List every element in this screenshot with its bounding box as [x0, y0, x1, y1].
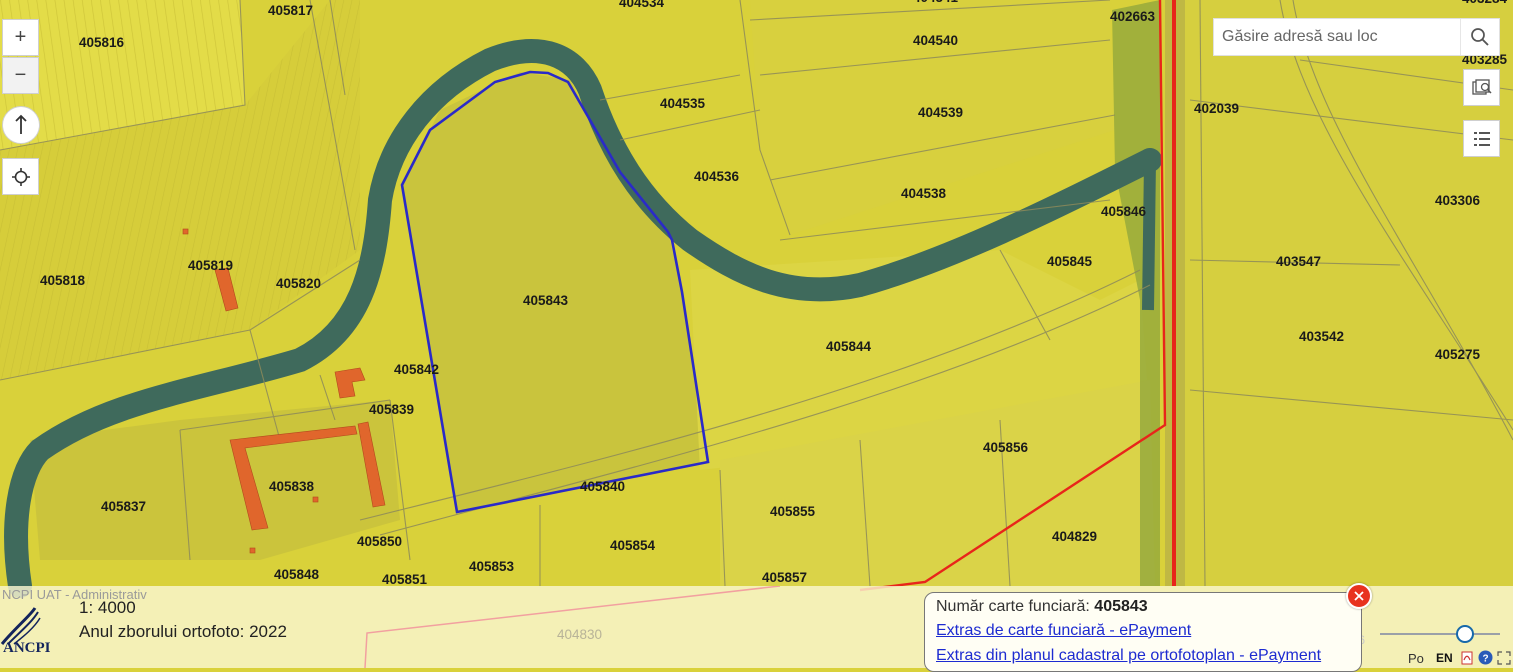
parcel-label: 405851: [382, 572, 428, 587]
popup-title-value: 405843: [1094, 598, 1148, 615]
parcel-label: 404536: [694, 169, 740, 184]
river-channel: [1142, 159, 1156, 311]
extras-carte-funciara-link[interactable]: Extras de carte funciară - ePayment: [936, 618, 1350, 643]
uat-road: [1172, 0, 1176, 586]
cadastral-map[interactable]: 405817 404534 404541 403284 405816 40266…: [0, 0, 1513, 668]
ancpi-logo-text: ANCPI: [3, 640, 51, 656]
parcel-label: 405845: [1047, 254, 1093, 269]
parcel-label: 405848: [274, 567, 320, 582]
parcel-label: 405817: [268, 3, 313, 18]
extras-plan-cadastral-link[interactable]: Extras din planul cadastral pe ortofotop…: [936, 643, 1350, 668]
locate-button[interactable]: [2, 158, 39, 195]
parcel-label: 405819: [188, 258, 233, 273]
opacity-slider-handle[interactable]: [1456, 625, 1474, 643]
zoom-in-button[interactable]: +: [2, 19, 39, 56]
svg-text:?: ?: [1483, 654, 1489, 665]
parcel-label: 405854: [610, 538, 656, 553]
parcel-label: 403547: [1276, 254, 1321, 269]
parcel-label: 405844: [826, 339, 872, 354]
pdf-icon[interactable]: [1460, 651, 1474, 665]
parcel-label: 405843: [523, 293, 569, 308]
popup-title-prefix: Număr carte funciară:: [936, 598, 1090, 615]
parcel-label: 403542: [1299, 329, 1344, 344]
help-icon[interactable]: ?: [1478, 650, 1493, 665]
zoom-out-button[interactable]: −: [2, 57, 39, 94]
parcel-label: 404541: [913, 0, 959, 5]
parcel-label: 405840: [580, 479, 625, 494]
parcel-label: 405856: [983, 440, 1029, 455]
parcel-label: 402039: [1194, 101, 1239, 116]
scale-label: 1: 4000: [79, 598, 136, 617]
parcel-label: 405838: [269, 479, 315, 494]
compass-button[interactable]: [2, 106, 40, 144]
fullscreen-icon[interactable]: [1497, 650, 1511, 665]
opacity-slider-track[interactable]: [1380, 633, 1500, 635]
parcel-label: 405837: [101, 499, 146, 514]
close-icon: [1354, 591, 1364, 601]
parcel-info-popup: Număr carte funciară: 405843 Extras de c…: [924, 592, 1362, 672]
parcel-label: 403306: [1435, 193, 1481, 208]
parcel-label: 404829: [1052, 529, 1097, 544]
basemap-gallery-button[interactable]: [1463, 69, 1500, 106]
language-toggle[interactable]: EN: [1436, 651, 1453, 665]
parcel-label: 405818: [40, 273, 86, 288]
parcel-label: 404830: [557, 627, 602, 642]
ortophoto-year-label: Anul zborului ortofoto: 2022: [79, 622, 287, 641]
search-input[interactable]: [1214, 20, 1460, 54]
parcel-label: 404535: [660, 96, 706, 111]
search-button[interactable]: [1460, 19, 1499, 55]
parcel-label: 405846: [1101, 204, 1147, 219]
parcel-label: 405816: [79, 35, 125, 50]
ancpi-logo: [0, 606, 60, 668]
parcel-label: 405857: [762, 570, 807, 585]
parcel-label: 404540: [913, 33, 958, 48]
parcel-label: 405839: [369, 402, 414, 417]
footer-icons: ?: [1460, 650, 1511, 665]
parcel-label: 404539: [918, 105, 963, 120]
parcel-label: 405820: [276, 276, 321, 291]
parcel-label: 404534: [619, 0, 665, 10]
parcel-label: 405850: [357, 534, 402, 549]
parcel-label: 405842: [394, 362, 439, 377]
parcel-label: 404538: [901, 186, 947, 201]
search-box: [1213, 18, 1500, 56]
parcel-label: 405855: [770, 504, 816, 519]
parcel-label: 405275: [1435, 347, 1481, 362]
north-arrow-icon: [15, 114, 27, 134]
locate-icon: [11, 167, 30, 186]
list-icon: [1473, 131, 1490, 146]
popup-title: Număr carte funciară: 405843: [936, 596, 1350, 618]
search-icon: [1471, 28, 1489, 46]
footer-po-label: Po: [1408, 651, 1424, 666]
popup-close-button[interactable]: [1346, 583, 1372, 609]
parcel-label: 402663: [1110, 9, 1156, 24]
parcel-label: 403284: [1462, 0, 1508, 6]
parcel-label: 405853: [469, 559, 515, 574]
legend-button[interactable]: [1463, 120, 1500, 157]
layers-search-icon: [1471, 78, 1492, 95]
